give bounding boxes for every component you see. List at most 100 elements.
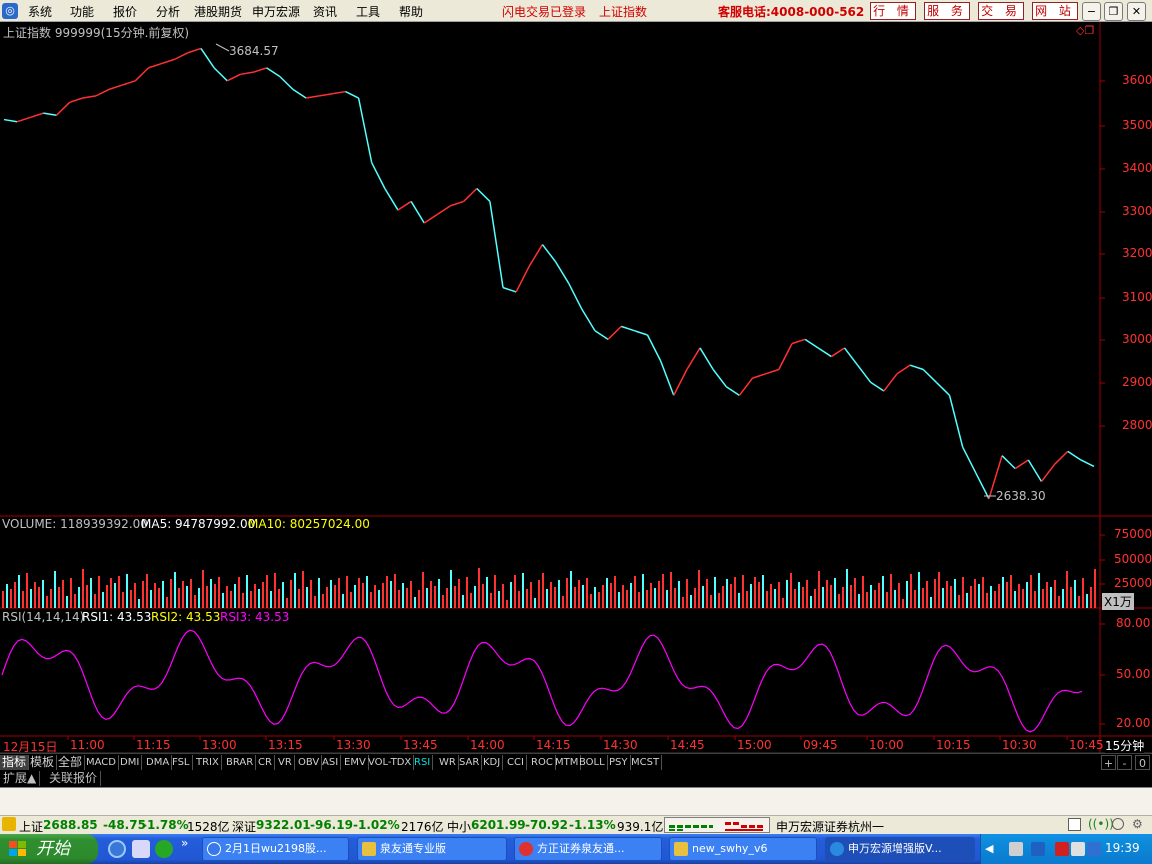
zx-index-name[interactable]: 中小 [447,818,471,835]
price-candle-segment [909,364,924,371]
volume-bar [666,590,668,608]
trade-button[interactable]: 交 易 [978,2,1024,20]
tray-network-icon[interactable] [1071,842,1085,856]
tray-security-icon[interactable] [1031,842,1045,856]
indicator-tab-trix[interactable]: TRIX [194,755,222,770]
volume-bar [178,588,180,608]
menu-help[interactable]: 帮助 [399,3,423,20]
restore-icon[interactable]: ❐ [1104,2,1123,21]
service-button[interactable]: 服 务 [924,2,970,20]
price-candle-segment [568,282,583,310]
volume-bar [850,585,852,608]
more-quick-launch-icon[interactable]: » [181,836,188,850]
indicator-tab-cr[interactable]: CR [256,755,275,770]
indicator-tab-fsl[interactable]: FSL [170,755,193,770]
indicator-tab-vr[interactable]: VR [276,755,295,770]
browser-icon[interactable] [155,840,173,858]
task-item[interactable]: 2月1日wu2198股... [202,837,349,861]
menu-tools[interactable]: 工具 [356,3,380,20]
volume-bar [1066,571,1068,608]
volume-bar [714,577,716,608]
related-quote-tab[interactable]: 关联报价 [46,771,102,786]
menu-swhy[interactable]: 申万宏源 [252,3,300,20]
volume-bar [822,587,824,608]
indicator-tab-psy[interactable]: PSY [607,755,631,770]
indicator-tab-rsi[interactable]: RSI [412,755,434,770]
volume-bar [270,591,272,608]
current-index-label[interactable]: 上证指数 [599,3,647,20]
desktop-icon[interactable] [132,840,150,858]
chart-canvas[interactable] [0,22,1152,754]
start-button[interactable]: 开始 [0,834,98,864]
price-candle-segment [502,286,517,293]
indicator-tab-brar[interactable]: BRAR [224,755,257,770]
reset-button[interactable]: 0 [1135,755,1150,770]
volume-bar [442,595,444,608]
zoom-out-button[interactable]: - [1117,755,1132,770]
indicator-tab-boll[interactable]: BOLL [577,755,608,770]
volume-bar [78,587,80,608]
volume-bar [518,591,520,608]
market-status-icon[interactable] [2,817,16,831]
indicator-tab-emv[interactable]: EMV [342,755,369,770]
tray-shield-icon[interactable] [1087,842,1101,856]
panel-expand-icon[interactable]: ◇❐ [1076,24,1094,37]
volume-bar [1058,596,1060,608]
menu-quote[interactable]: 报价 [113,3,137,20]
menu-hk-futures[interactable]: 港股期货 [194,3,242,20]
volume-bar [990,586,992,608]
indicator-tab-cci[interactable]: CCI [505,755,527,770]
lock-icon[interactable] [1112,818,1124,830]
indicator-tab-sar[interactable]: SAR [457,755,483,770]
task-item[interactable]: new_swhy_v6 [669,837,817,861]
kline-chart-area[interactable]: 上证指数 999999(15分钟.前复权) ◇❐ 3684.57 2638.30… [0,22,1152,754]
indicator-tab-mcst[interactable]: MCST [629,755,663,770]
menu-news[interactable]: 资讯 [313,3,337,20]
volume-bar [202,570,204,608]
expand-tab[interactable]: 扩展▲ [0,771,41,786]
indicator-tab-asi[interactable]: ASI [320,755,342,770]
task-item[interactable]: 方正证券泉友通... [514,837,662,861]
minimize-icon[interactable]: − [1082,2,1101,21]
volume-bar [786,580,788,608]
volume-bar [618,592,620,608]
menu-function[interactable]: 功能 [70,3,94,20]
ie-icon[interactable] [108,840,126,858]
indicator-tab-模板[interactable]: 模板 [28,755,58,770]
menu-analysis[interactable]: 分析 [156,3,180,20]
indicator-tab-全部[interactable]: 全部 [56,755,86,770]
task-item[interactable]: 泉友通专业版 [357,837,507,861]
zoom-in-button[interactable]: + [1101,755,1116,770]
sh-index-name[interactable]: 上证 [19,818,43,835]
indicator-tab-roc[interactable]: ROC [529,755,556,770]
indicator-tab-kdj[interactable]: KDJ [481,755,504,770]
price-candle-segment [752,373,766,379]
indicator-tab-dma[interactable]: DMA [144,755,173,770]
indicator-tab-vol-tdx[interactable]: VOL-TDX [366,755,415,770]
menu-system[interactable]: 系统 [28,3,52,20]
price-panel-title: 上证指数 999999(15分钟.前复权) [3,26,190,40]
tray-app-icon[interactable] [1009,842,1023,856]
website-button[interactable]: 网 站 [1032,2,1078,20]
time-axis-label: 10:30 [1002,738,1037,752]
settings-icon[interactable]: ⚙ [1132,817,1143,831]
tray-expand-icon[interactable]: ◀ [985,842,993,855]
close-icon[interactable]: ✕ [1127,2,1146,21]
task-item-active[interactable]: 申万宏源增强版V... [825,837,975,861]
indicator-tab-wr[interactable]: WR [437,755,459,770]
indicator-tab-obv[interactable]: OBV [296,755,323,770]
indicator-tab-dmi[interactable]: DMI [118,755,143,770]
start-label: 开始 [36,839,70,859]
tray-red-icon[interactable] [1055,842,1069,856]
indicator-tab-macd[interactable]: MACD [84,755,119,770]
sz-index-name[interactable]: 深证 [232,818,256,835]
indicator-tab-指标[interactable]: 指标 [0,755,30,770]
time-axis-label: 11:00 [70,738,105,752]
rsi-y-tick: 50.00 [1116,667,1151,681]
period-selector[interactable]: 15分钟 [1105,737,1145,754]
quote-button[interactable]: 行 情 [870,2,916,20]
volume-bar [366,576,368,608]
volume-bar [706,579,708,608]
panel-toggle-icon[interactable] [1068,818,1081,831]
volume-bar [266,575,268,608]
